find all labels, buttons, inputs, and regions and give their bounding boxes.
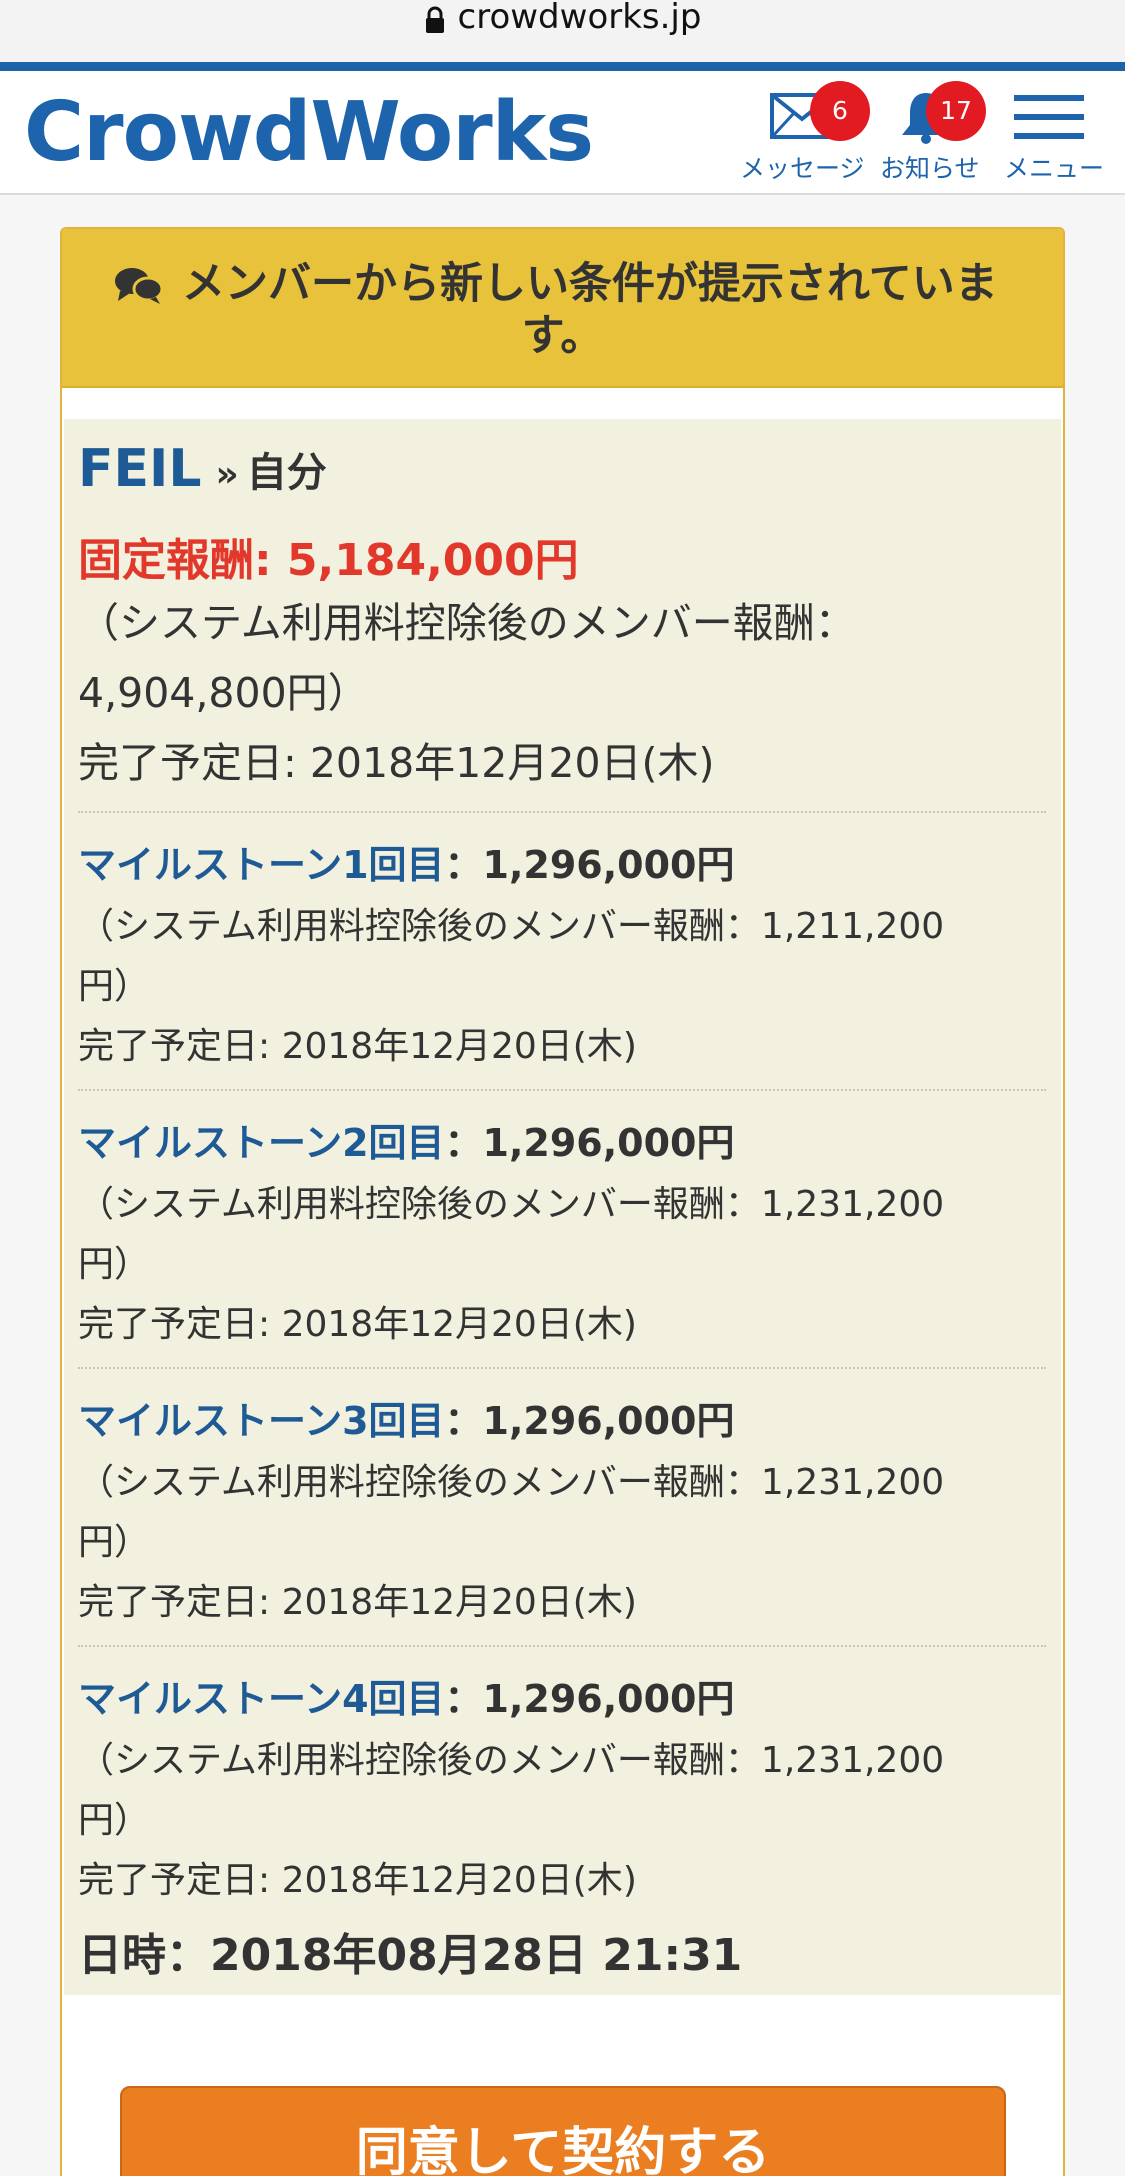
agree-and-contract-button[interactable]: 同意して契約する [120,2086,1006,2176]
offer-datetime: 日時：2018年08月28日 21:31 [78,1930,743,1981]
divider [78,1645,1046,1647]
milestone-title: マイルストーン3回目 [78,1399,445,1443]
milestone-net-line1: （システム利用料控除後のメンバー報酬：1,231,200 [78,1740,945,1781]
notifications-count-badge: 17 [926,81,986,141]
milestone-due-date: 完了予定日: 2018年12月20日(木) [78,1860,637,1901]
browser-url-bar[interactable]: crowdworks.jp [0,0,1125,62]
milestone-title: マイルストーン1回目 [78,843,445,887]
milestone-due-date: 完了予定日: 2018年12月20日(木) [78,1304,637,1345]
divider [78,811,1046,813]
milestone-due-date: 完了予定日: 2018年12月20日(木) [78,1026,637,1067]
milestone-title: マイルストーン2回目 [78,1121,445,1165]
milestone-title: マイルストーン4回目 [78,1677,445,1721]
milestone-amount: ：1,296,000円 [444,1677,735,1721]
milestone-1-header: マイルストーン1回目：1,296,000円 [78,834,735,889]
milestone-amount: ：1,296,000円 [444,1399,735,1443]
site-header: CrowdWorks 6 メッセージ 17 お知らせ メニュー [0,71,1125,195]
hamburger-menu-icon [1014,95,1084,143]
milestone-amount: ：1,296,000円 [444,843,735,887]
milestone-net-line2: 円） [78,1800,151,1841]
menu-label: メニュー [1004,154,1105,183]
offer-panel: メンバーから新しい条件が提示されていま す。 FEIL » 自分 固定報酬: 5,1… [60,227,1065,2176]
net-reward-line2: 4,904,800円） [78,669,369,717]
fixed-reward: 固定報酬: 5,184,000円 [78,535,579,586]
milestone-amount: ：1,296,000円 [444,1121,735,1165]
milestone-due-date: 完了予定日: 2018年12月20日(木) [78,1582,637,1623]
alert-message-line2: す。 [521,311,604,361]
milestone-net-line2: 円） [78,966,151,1007]
offer-parties: FEIL » 自分 [78,439,327,499]
lock-icon [424,6,446,38]
milestone-net-line2: 円） [78,1522,151,1563]
separator: » [215,454,239,495]
chat-bubbles-icon [114,265,164,309]
milestone-2-header: マイルストーン2回目：1,296,000円 [78,1112,735,1167]
offer-details: FEIL » 自分 固定報酬: 5,184,000円 （システム利用料控除後のメンバ… [64,419,1061,1995]
alert-message-line1: メンバーから新しい条件が提示されていま [182,259,998,309]
new-terms-alert: メンバーから新しい条件が提示されていま す。 [62,229,1063,388]
url-text: crowdworks.jp [457,0,702,37]
milestone-net-line1: （システム利用料控除後のメンバー報酬：1,211,200 [78,906,945,947]
header-accent-line [0,62,1125,71]
completion-date: 完了予定日: 2018年12月20日(木) [78,739,715,787]
recipient-name: 自分 [246,450,327,496]
client-name-link[interactable]: FEIL [78,439,202,499]
divider [78,1367,1046,1369]
net-reward-line1: （システム利用料控除後のメンバー報酬： [78,599,856,647]
divider [78,1089,1046,1091]
messages-count-badge: 6 [810,81,870,141]
milestone-net-line1: （システム利用料控除後のメンバー報酬：1,231,200 [78,1184,945,1225]
milestone-4-header: マイルストーン4回目：1,296,000円 [78,1668,735,1723]
messages-label: メッセージ [740,154,865,183]
milestone-3-header: マイルストーン3回目：1,296,000円 [78,1390,735,1445]
notifications-label: お知らせ [880,154,980,183]
crowdworks-logo[interactable]: CrowdWorks [24,83,594,183]
milestone-net-line1: （システム利用料控除後のメンバー報酬：1,231,200 [78,1462,945,1503]
milestone-net-line2: 円） [78,1244,151,1285]
